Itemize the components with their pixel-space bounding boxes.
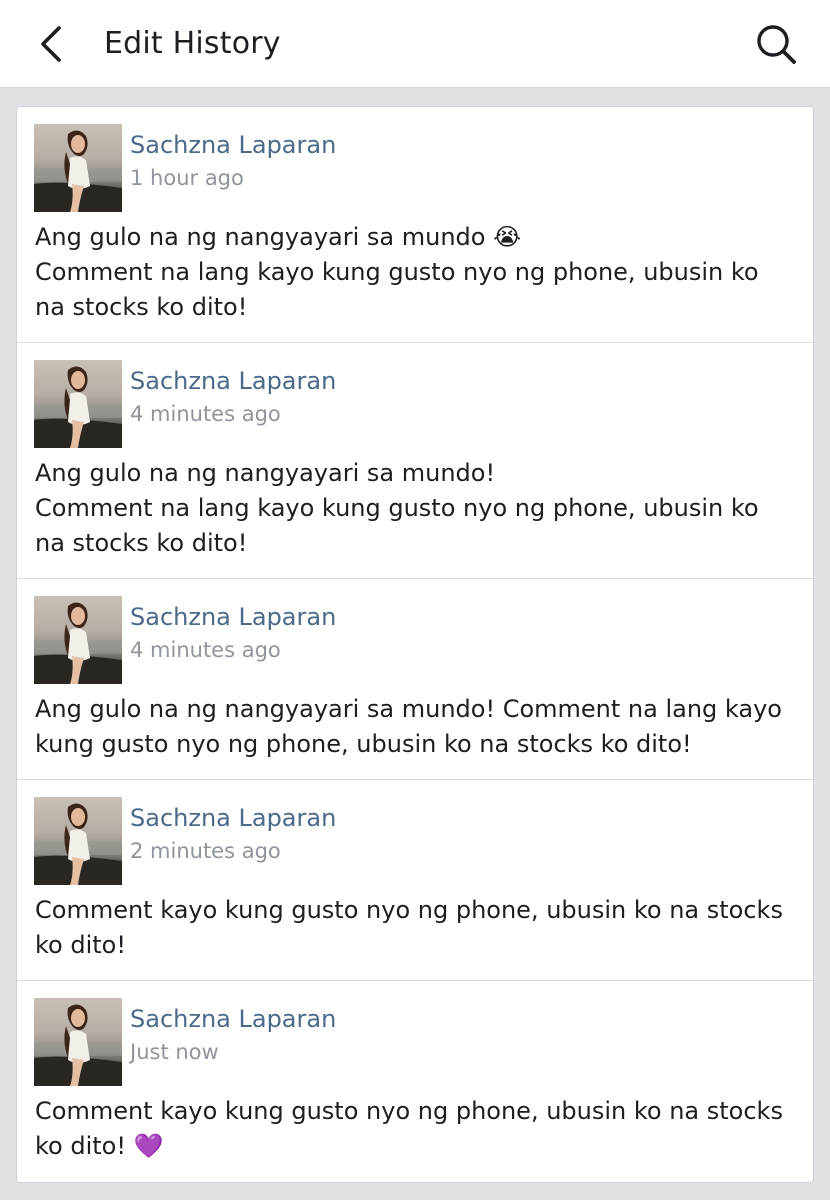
chevron-left-icon	[41, 26, 61, 62]
history-entry: Sachzna Laparan 1 hour ago Ang gulo na n…	[17, 107, 813, 343]
post-text: Comment kayo kung gusto nyo ng phone, ub…	[35, 1097, 783, 1160]
avatar[interactable]	[34, 797, 122, 885]
timestamp: 1 hour ago	[130, 166, 244, 190]
avatar-photo	[34, 1004, 122, 1086]
post-text: Ang gulo na ng nangyayari sa mundo! Comm…	[35, 459, 759, 557]
timestamp: 4 minutes ago	[130, 402, 281, 426]
avatar-photo	[34, 803, 122, 885]
author-name[interactable]: Sachzna Laparan	[130, 800, 336, 836]
history-entry: Sachzna Laparan 4 minutes ago Ang gulo n…	[17, 343, 813, 579]
author-name[interactable]: Sachzna Laparan	[130, 599, 336, 635]
avatar[interactable]	[34, 124, 122, 212]
timestamp: 4 minutes ago	[130, 638, 281, 662]
avatar-photo	[34, 130, 122, 212]
avatar[interactable]	[34, 360, 122, 448]
back-button[interactable]	[28, 20, 76, 68]
history-entry: Sachzna Laparan 2 minutes ago Comment ka…	[17, 780, 813, 981]
search-icon	[757, 25, 796, 64]
post-text: Comment kayo kung gusto nyo ng phone, ub…	[35, 896, 783, 959]
post-text: Ang gulo na ng nangyayari sa mundo 😭 Com…	[35, 223, 759, 321]
avatar[interactable]	[34, 998, 122, 1086]
edit-history-list: Sachzna Laparan 1 hour ago Ang gulo na n…	[16, 106, 814, 1183]
search-button[interactable]	[750, 18, 802, 70]
top-app-bar: Edit History	[0, 0, 830, 88]
post-text: Ang gulo na ng nangyayari sa mundo! Comm…	[35, 695, 782, 758]
timestamp: Just now	[130, 1040, 219, 1064]
author-name[interactable]: Sachzna Laparan	[130, 1001, 336, 1037]
page-title: Edit History	[104, 26, 281, 61]
avatar-photo	[34, 602, 122, 684]
history-entry: Sachzna Laparan Just now Comment kayo ku…	[17, 981, 813, 1182]
author-name[interactable]: Sachzna Laparan	[130, 363, 336, 399]
avatar-photo	[34, 366, 122, 448]
history-entry: Sachzna Laparan 4 minutes ago Ang gulo n…	[17, 579, 813, 780]
author-name[interactable]: Sachzna Laparan	[130, 127, 336, 163]
timestamp: 2 minutes ago	[130, 839, 281, 863]
avatar[interactable]	[34, 596, 122, 684]
